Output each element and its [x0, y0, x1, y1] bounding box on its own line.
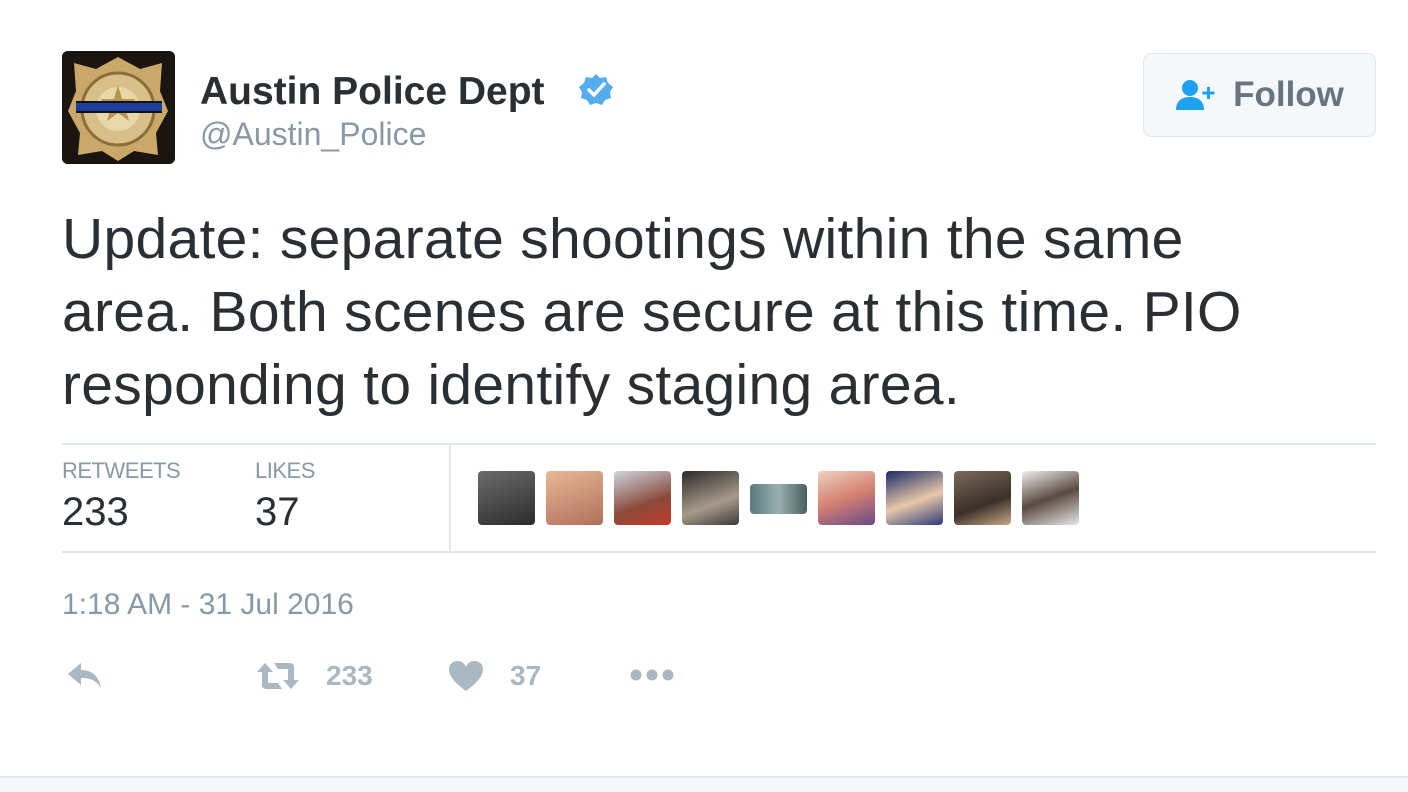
tweet-timestamp[interactable]: 1:18 AM - 31 Jul 2016	[62, 588, 354, 622]
like-button[interactable]: 37	[448, 660, 541, 692]
stats-divider	[62, 551, 1376, 553]
retweets-count[interactable]: 233	[62, 490, 129, 535]
verified-badge-icon	[579, 74, 613, 105]
more-button[interactable]	[629, 660, 675, 690]
retweet-button[interactable]: 233	[256, 660, 373, 692]
liker-avatar[interactable]	[818, 471, 875, 525]
stats-divider	[449, 445, 451, 551]
author-name[interactable]: Austin Police Dept	[200, 70, 545, 114]
like-count: 37	[510, 660, 542, 691]
liker-avatar[interactable]	[682, 471, 739, 525]
liker-avatar[interactable]	[546, 471, 603, 525]
retweet-count: 233	[326, 660, 373, 691]
likes-label[interactable]: LIKES	[255, 458, 315, 484]
tweet-footer-strip	[0, 776, 1408, 792]
author-avatar[interactable]	[62, 51, 175, 164]
retweet-icon	[257, 663, 299, 689]
more-icon	[630, 669, 674, 681]
follow-button[interactable]: Follow	[1143, 53, 1376, 137]
follow-label: Follow	[1233, 75, 1344, 114]
add-user-icon	[1176, 80, 1215, 110]
likes-count[interactable]: 37	[255, 490, 300, 535]
reply-button[interactable]	[66, 660, 104, 690]
tweet-text-line: responding to identify staging area.	[62, 353, 961, 417]
liker-avatar[interactable]	[886, 471, 943, 525]
liker-avatar[interactable]	[478, 471, 535, 525]
tweet-text-line: area. Both scenes are secure at this tim…	[62, 280, 1242, 344]
liker-avatar[interactable]	[614, 471, 671, 525]
reply-icon	[68, 663, 101, 688]
tweet-text: Update: separate shootings within the sa…	[62, 203, 1382, 422]
liker-avatar[interactable]	[750, 484, 807, 514]
stats-divider	[62, 443, 1376, 445]
liker-avatar[interactable]	[954, 471, 1011, 525]
author-handle[interactable]: @Austin_Police	[200, 116, 426, 153]
retweets-label[interactable]: RETWEETS	[62, 458, 181, 484]
tweet-text-line: Update: separate shootings within the sa…	[62, 207, 1184, 271]
liker-avatar[interactable]	[1022, 471, 1079, 525]
heart-icon	[449, 661, 483, 691]
